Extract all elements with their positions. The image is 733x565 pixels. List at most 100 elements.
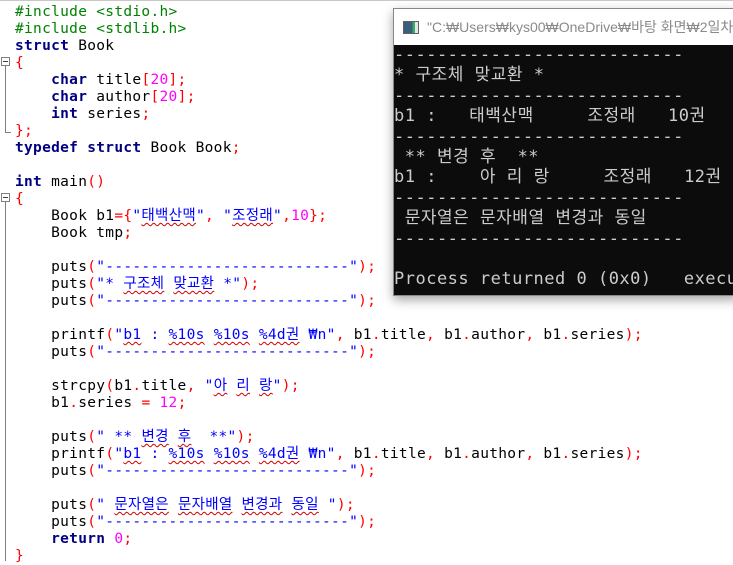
code-token: puts (15, 293, 88, 309)
fold-toggle-struct[interactable] (1, 57, 10, 66)
code-token: ); (358, 344, 377, 360)
code-line[interactable]: puts(" 문자열은 문자배열 변경과 동일 "); (15, 497, 643, 514)
code-line[interactable] (15, 412, 643, 429)
code-line[interactable]: printf("b1 : %10s %10s %4d권 ₩n", b1.titl… (15, 446, 643, 463)
code-token: ( (87, 276, 97, 292)
fold-line (5, 66, 6, 132)
code-token: . (371, 327, 381, 343)
code-token: 후 (177, 429, 192, 445)
code-token: ); (624, 446, 643, 462)
code-token: ₩n" (299, 327, 336, 343)
code-token: " ** (96, 429, 142, 445)
console-output-line: --------------------------- (394, 228, 684, 249)
code-token: . (561, 327, 571, 343)
console-output-line: b1 : 태백산맥 조정래 10권 (394, 106, 706, 127)
code-token: b1 (123, 446, 142, 462)
code-token: 구조체 (123, 276, 165, 292)
code-token: . (561, 446, 571, 462)
fold-end (5, 132, 11, 133)
code-token: ={ (114, 208, 133, 224)
code-token: 20 (159, 89, 178, 105)
code-token: series (570, 446, 625, 462)
code-line[interactable]: puts(" ** 변경 후 **"); (15, 429, 643, 446)
code-line[interactable] (15, 361, 643, 378)
code-token: 12 (159, 395, 178, 411)
code-token: ); (358, 463, 377, 479)
code-token: 변경 (141, 429, 169, 445)
code-token: , (525, 327, 544, 343)
code-token: b1 (123, 327, 142, 343)
console-output: --------------------------- * 구조체 맞교환 * --… (394, 45, 733, 295)
code-line[interactable]: puts("---------------------------"); (15, 463, 643, 480)
code-line[interactable] (15, 310, 643, 327)
code-token: : (141, 327, 169, 343)
code-token: 20 (150, 72, 169, 88)
code-token: ); (358, 514, 377, 530)
code-token: "---------------------------" (96, 344, 359, 360)
code-line[interactable] (15, 480, 643, 497)
code-token: printf (15, 446, 106, 462)
code-token: series (78, 106, 142, 122)
code-token: ); (236, 429, 255, 445)
code-token: struct (15, 38, 70, 54)
code-token: ; (177, 395, 187, 411)
fold-gutter (0, 1, 13, 561)
code-token: ( (87, 429, 97, 445)
code-token: *" (214, 276, 242, 292)
code-token: "---------------------------" (96, 514, 359, 530)
code-token: ]; (168, 72, 187, 88)
code-token: ]; (177, 89, 196, 105)
code-line[interactable]: return 0; (15, 531, 643, 548)
code-line[interactable]: printf("b1 : %10s %10s %4d권 ₩n", b1.titl… (15, 327, 643, 344)
code-token: puts (15, 514, 88, 530)
code-token: author (87, 89, 151, 105)
code-token: b1 (543, 327, 562, 343)
code-line[interactable]: puts("---------------------------"); (15, 514, 643, 531)
code-token: ( (87, 259, 97, 275)
console-output-line: --------------------------- (394, 45, 684, 65)
code-token: , (426, 327, 445, 343)
code-token: , (282, 208, 292, 224)
code-token: puts (15, 344, 88, 360)
code-token: ; (141, 106, 151, 122)
code-token: b1 (353, 446, 372, 462)
fold-line (5, 202, 6, 561)
console-titlebar[interactable]: "C:₩Users₩kys00₩OneDrive₩바탕 화면₩2일차 (394, 9, 733, 45)
code-token: ₩n" (299, 446, 336, 462)
code-token: puts (15, 276, 88, 292)
code-line[interactable]: puts("---------------------------"); (15, 344, 643, 361)
code-token: " (204, 378, 214, 394)
code-token: typedef (15, 140, 79, 156)
console-window[interactable]: "C:₩Users₩kys00₩OneDrive₩바탕 화면₩2일차 -----… (393, 8, 733, 296)
code-token: struct (87, 140, 142, 156)
code-line[interactable]: strcpy(b1.title, "아 리 랑"); (15, 378, 643, 395)
code-token: . (69, 395, 79, 411)
code-token: b1 (353, 327, 372, 343)
code-token: ( (105, 378, 115, 394)
code-token: #include <stdlib.h> (15, 21, 187, 37)
code-token: %4d권 (258, 446, 300, 462)
code-token: Book (69, 38, 115, 54)
code-token: ; (123, 225, 133, 241)
code-line[interactable]: b1.series = 12; (15, 395, 643, 412)
fold-toggle-main[interactable] (1, 193, 10, 202)
console-output-line: ** 변경 후 ** (394, 146, 540, 167)
code-token: puts (15, 429, 88, 445)
code-token: " (318, 497, 337, 513)
code-token: }; (15, 123, 34, 139)
code-token: 조정래 (232, 208, 274, 224)
code-token: ( (87, 497, 97, 513)
code-token: 랑 (259, 378, 273, 394)
code-token: { (15, 191, 25, 207)
code-token: printf (15, 327, 106, 343)
code-token: } (15, 548, 25, 564)
code-token: ); (624, 327, 643, 343)
code-line[interactable]: } (15, 548, 643, 565)
